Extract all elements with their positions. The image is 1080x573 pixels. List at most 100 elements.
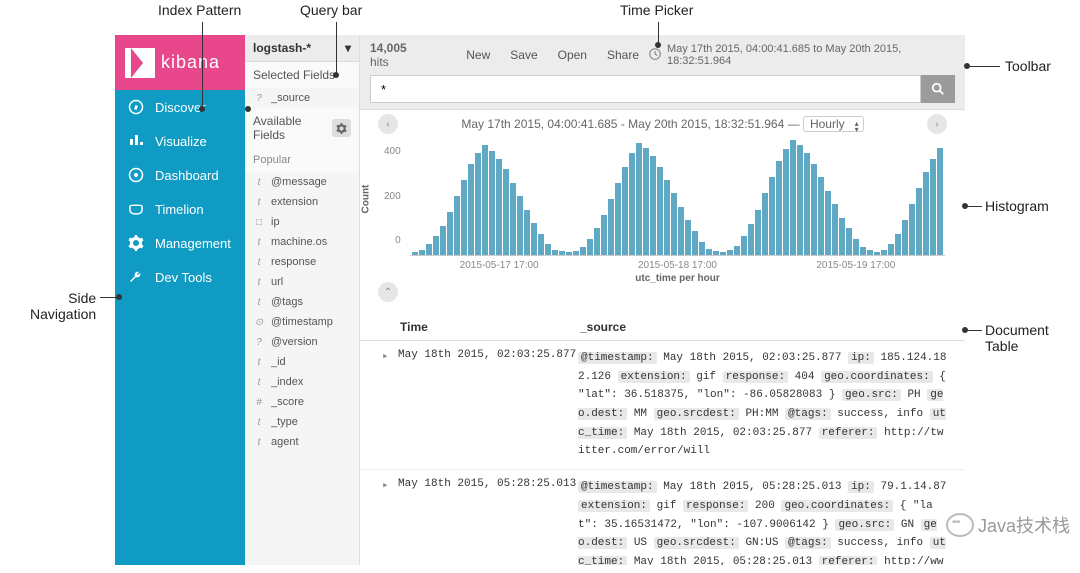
histogram-bar[interactable] (650, 156, 656, 255)
field--index[interactable]: t_index (245, 372, 359, 392)
histogram-bar[interactable] (699, 242, 705, 255)
histogram-bar[interactable] (713, 251, 719, 255)
histogram-bar[interactable] (629, 153, 635, 255)
save-button[interactable]: Save (500, 46, 547, 64)
histogram-bar[interactable] (489, 151, 495, 255)
field--score[interactable]: #_score (245, 392, 359, 412)
histogram-bar[interactable] (853, 239, 859, 255)
histogram-bar[interactable] (587, 239, 593, 255)
histogram-bar[interactable] (881, 250, 887, 255)
histogram-bar[interactable] (524, 210, 530, 255)
histogram-bar[interactable] (804, 153, 810, 255)
histogram-bar[interactable] (937, 148, 943, 255)
field-extension[interactable]: textension (245, 192, 359, 212)
histogram-bar[interactable] (860, 247, 866, 255)
histogram-bar[interactable] (643, 148, 649, 255)
search-button[interactable] (921, 75, 955, 103)
histogram-bar[interactable] (727, 250, 733, 255)
histogram-bar[interactable] (636, 143, 642, 255)
histogram-bar[interactable] (874, 252, 880, 255)
histogram-bar[interactable] (538, 234, 544, 255)
sidebar-item-management[interactable]: Management (115, 226, 245, 260)
expand-row-button[interactable]: ▸ (382, 349, 398, 461)
time-column-header[interactable]: Time (400, 320, 580, 334)
new-button[interactable]: New (456, 46, 500, 64)
histogram-bar[interactable] (902, 220, 908, 255)
histogram[interactable]: Count 4002000 2015-05-17 17:002015-05-18… (360, 138, 965, 278)
field--id[interactable]: t_id (245, 352, 359, 372)
histogram-bar[interactable] (909, 204, 915, 255)
histogram-next-button[interactable]: › (927, 114, 947, 134)
histogram-bar[interactable] (916, 188, 922, 255)
histogram-bar[interactable] (531, 223, 537, 255)
histogram-bar[interactable] (573, 251, 579, 255)
field--source[interactable]: ?_source (245, 88, 359, 108)
histogram-bar[interactable] (517, 196, 523, 255)
histogram-bar[interactable] (811, 164, 817, 255)
histogram-bar[interactable] (762, 193, 768, 255)
histogram-prev-button[interactable]: ‹ (378, 114, 398, 134)
histogram-bar[interactable] (419, 250, 425, 255)
histogram-bar[interactable] (510, 183, 516, 255)
histogram-bar[interactable] (482, 145, 488, 255)
histogram-bar[interactable] (622, 167, 628, 255)
sidebar-item-dashboard[interactable]: Dashboard (115, 158, 245, 192)
histogram-bar[interactable] (608, 199, 614, 255)
histogram-bar[interactable] (685, 220, 691, 255)
histogram-bar[interactable] (846, 228, 852, 255)
interval-select[interactable]: Hourly ▴▾ (803, 116, 864, 132)
histogram-bar[interactable] (433, 236, 439, 255)
histogram-bar[interactable] (594, 228, 600, 255)
field-ip[interactable]: □ip (245, 212, 359, 232)
field-machine-os[interactable]: tmachine.os (245, 232, 359, 252)
histogram-bar[interactable] (559, 251, 565, 255)
histogram-bar[interactable] (755, 210, 761, 255)
source-column-header[interactable]: _source (580, 320, 947, 334)
histogram-bar[interactable] (748, 224, 754, 255)
field--version[interactable]: ?@version (245, 332, 359, 352)
histogram-bar[interactable] (734, 246, 740, 255)
histogram-bar[interactable] (454, 196, 460, 255)
histogram-bar[interactable] (447, 212, 453, 255)
field-url[interactable]: turl (245, 272, 359, 292)
histogram-bar[interactable] (664, 180, 670, 255)
histogram-bar[interactable] (580, 247, 586, 255)
histogram-bar[interactable] (552, 250, 558, 255)
histogram-bar[interactable] (566, 252, 572, 255)
field--timestamp[interactable]: ⊙@timestamp (245, 312, 359, 332)
field--message[interactable]: t@message (245, 172, 359, 192)
histogram-bar[interactable] (930, 159, 936, 255)
time-picker[interactable]: May 17th 2015, 04:00:41.685 to May 20th … (649, 43, 955, 67)
histogram-bar[interactable] (790, 140, 796, 255)
expand-row-button[interactable]: ▸ (382, 478, 398, 565)
histogram-bar[interactable] (461, 180, 467, 255)
histogram-bar[interactable] (776, 161, 782, 255)
query-input[interactable] (370, 75, 921, 103)
histogram-bar[interactable] (440, 226, 446, 255)
histogram-bar[interactable] (839, 218, 845, 255)
histogram-bar[interactable] (615, 183, 621, 255)
histogram-bar[interactable] (923, 172, 929, 255)
histogram-bar[interactable] (867, 250, 873, 255)
histogram-bar[interactable] (475, 153, 481, 255)
histogram-bar[interactable] (832, 204, 838, 255)
histogram-bar[interactable] (468, 164, 474, 255)
histogram-bar[interactable] (412, 252, 418, 255)
histogram-bar[interactable] (720, 252, 726, 255)
brand[interactable]: kibana (115, 35, 245, 90)
histogram-bar[interactable] (783, 149, 789, 255)
histogram-bar[interactable] (496, 159, 502, 255)
field-response[interactable]: tresponse (245, 252, 359, 272)
histogram-bar[interactable] (888, 244, 894, 255)
histogram-bar[interactable] (545, 244, 551, 255)
histogram-bar[interactable] (426, 244, 432, 255)
sidebar-item-timelion[interactable]: Timelion (115, 192, 245, 226)
index-pattern-selector[interactable]: logstash-* ▾ (245, 35, 359, 62)
histogram-bar[interactable] (797, 145, 803, 255)
histogram-bar[interactable] (741, 236, 747, 255)
histogram-bar[interactable] (503, 169, 509, 255)
field-agent[interactable]: tagent (245, 432, 359, 452)
sidebar-item-discover[interactable]: Discover (115, 90, 245, 124)
histogram-bar[interactable] (671, 193, 677, 255)
scroll-up-button[interactable]: ⌃ (378, 282, 398, 302)
